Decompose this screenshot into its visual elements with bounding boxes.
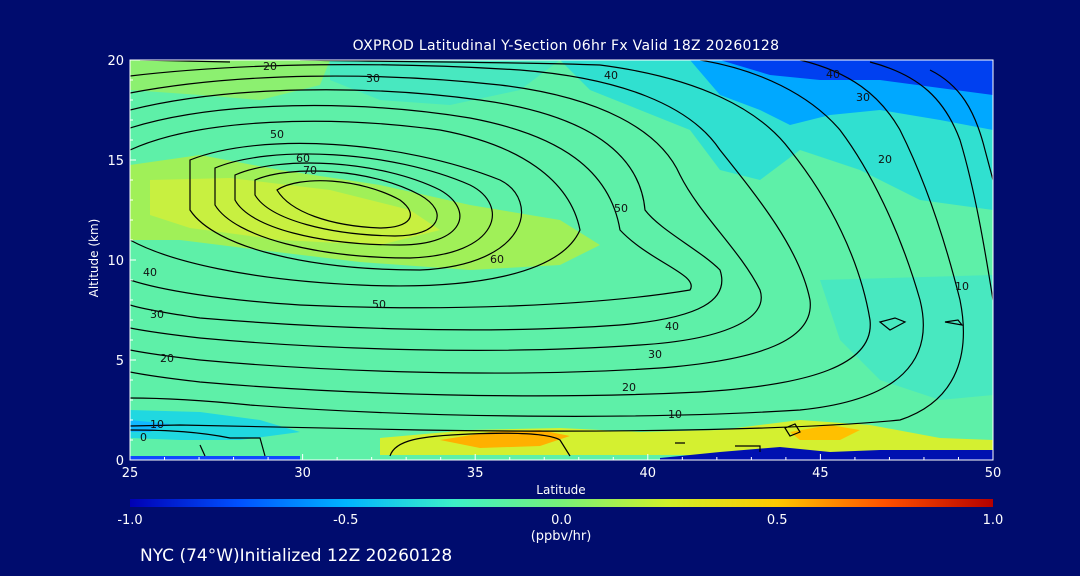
contour-label: 60 [490, 253, 504, 266]
contour-label: 40 [604, 69, 618, 82]
contour-label: 20 [878, 153, 892, 166]
x-tick-label: 25 [122, 466, 139, 481]
contour-label: 60 [296, 152, 310, 165]
contour-label: 70 [303, 164, 317, 177]
colorbar-tick-label: 1.0 [983, 513, 1004, 528]
contour-label: 20 [622, 381, 636, 394]
contour-label: 10 [955, 280, 969, 293]
y-axis-label: Altitude (km) [87, 219, 101, 298]
contour-label: 10 [668, 408, 682, 421]
contour-label: 10 [150, 418, 164, 431]
colorbar [130, 499, 993, 507]
x-tick-label: 30 [294, 466, 311, 481]
contour-label: 50 [614, 202, 628, 215]
contour-label: 50 [372, 298, 386, 311]
colorbar-tick-label: -0.5 [333, 513, 358, 528]
x-tick-label: 50 [985, 466, 1002, 481]
contour-label: 30 [366, 72, 380, 85]
y-tick-label: 10 [107, 254, 124, 269]
x-axis-label: Latitude [536, 483, 585, 497]
contour-label: 40 [143, 266, 157, 279]
x-tick-label: 40 [640, 466, 657, 481]
contour-label: 20 [160, 352, 174, 365]
contour-label: 0 [140, 431, 147, 444]
y-tick-label: 0 [116, 454, 124, 469]
colorbar-unit-label: (ppbv/hr) [531, 529, 592, 544]
contour-label: 30 [856, 91, 870, 104]
surface-negative-strip-left [130, 456, 300, 460]
contour-label: 40 [826, 68, 840, 81]
y-tick-label: 15 [107, 154, 124, 169]
contour-label: 30 [648, 348, 662, 361]
y-tick-label: 5 [116, 354, 124, 369]
x-tick-label: 35 [467, 466, 484, 481]
y-tick-label: 20 [107, 54, 124, 69]
contour-label: 30 [150, 308, 164, 321]
colorbar-ticks: -1.0 -0.5 0.0 0.5 1.0 [117, 513, 1003, 528]
colorbar-tick-label: 0.5 [767, 513, 788, 528]
colorbar-tick-label: 0.0 [551, 513, 572, 528]
chart-title: OXPROD Latitudinal Y-Section 06hr Fx Val… [353, 38, 780, 54]
footer-caption: NYC (74°W)Initialized 12Z 20260128 [140, 546, 452, 566]
contour-label: 50 [270, 128, 284, 141]
contour-label: 40 [665, 320, 679, 333]
plot-area [130, 60, 993, 460]
cross-section-chart: OXPROD Latitudinal Y-Section 06hr Fx Val… [87, 38, 1003, 566]
colorbar-tick-label: -1.0 [117, 513, 142, 528]
x-tick-label: 45 [812, 466, 829, 481]
contour-label: 20 [263, 60, 277, 73]
